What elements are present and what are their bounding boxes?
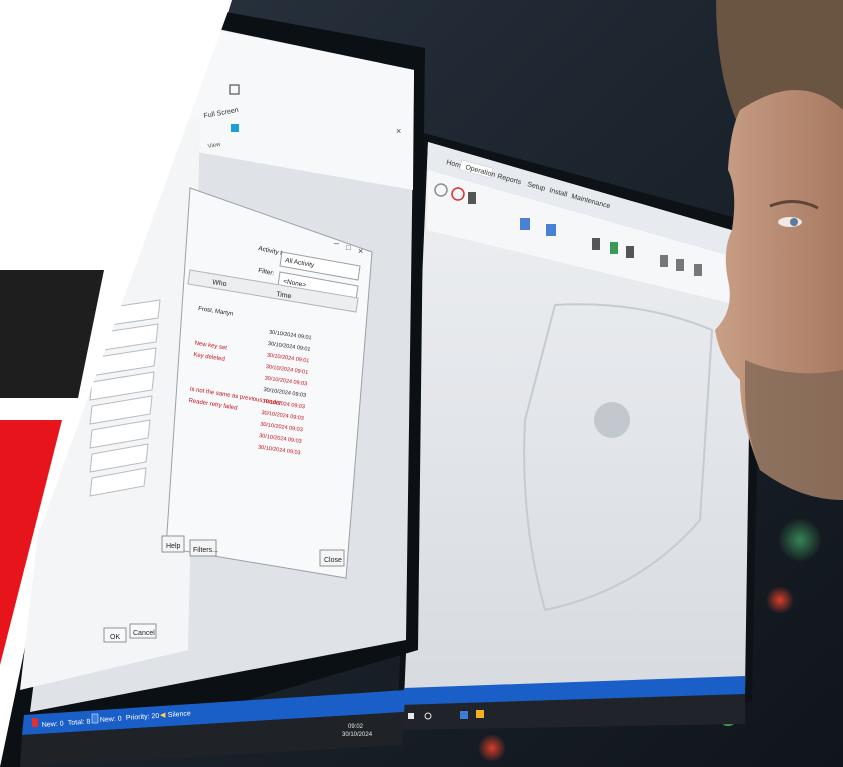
reader-icon[interactable] — [520, 218, 530, 230]
dialog-maximize-icon[interactable]: □ — [346, 243, 351, 252]
dialog-close-icon[interactable]: × — [358, 246, 363, 256]
dialog-minimize-icon[interactable]: – — [334, 238, 339, 248]
new-event-icon — [91, 713, 99, 724]
chart-icon[interactable] — [660, 255, 668, 267]
close-button[interactable]: Close — [319, 549, 345, 567]
new-alarm-icon — [32, 718, 38, 727]
report-icon[interactable] — [610, 242, 618, 254]
alarm-icon[interactable] — [546, 224, 556, 236]
silence-icon[interactable]: ◀ — [160, 712, 166, 719]
lock-icon[interactable] — [592, 238, 600, 250]
table-icon[interactable] — [676, 259, 684, 271]
settings-icon[interactable] — [694, 264, 702, 276]
activity-dialog: – □ × Activity type: All Activity Filter… — [161, 187, 373, 579]
door-icon[interactable] — [468, 192, 476, 204]
taskbar-app-icon[interactable] — [476, 710, 484, 718]
grid-icon[interactable] — [626, 246, 634, 258]
svg-text:Help: Help — [166, 543, 181, 550]
svg-text:Close: Close — [324, 557, 342, 564]
taskbar-time: 09:02 — [348, 724, 364, 730]
taskbar-app-icon[interactable] — [460, 711, 468, 719]
right-monitor: Home Operation Reports Setup Install Mai… — [398, 132, 762, 730]
cancel-button[interactable]: Cancel — [129, 623, 157, 639]
close-window-icon[interactable]: × — [396, 126, 401, 136]
filters-button[interactable]: Filters... — [189, 539, 218, 557]
svg-text:OK: OK — [110, 634, 120, 641]
scene: Home Operation Reports Setup Install Mai… — [0, 0, 843, 767]
windows-start-icon[interactable] — [408, 713, 414, 719]
ok-button[interactable]: OK — [103, 627, 127, 643]
svg-text:Cancel: Cancel — [133, 630, 155, 637]
taskbar-date: 30/10/2024 — [342, 732, 373, 738]
window-icon[interactable] — [231, 124, 239, 132]
svg-text:Filters...: Filters... — [193, 547, 218, 554]
help-button[interactable]: Help — [161, 535, 185, 553]
